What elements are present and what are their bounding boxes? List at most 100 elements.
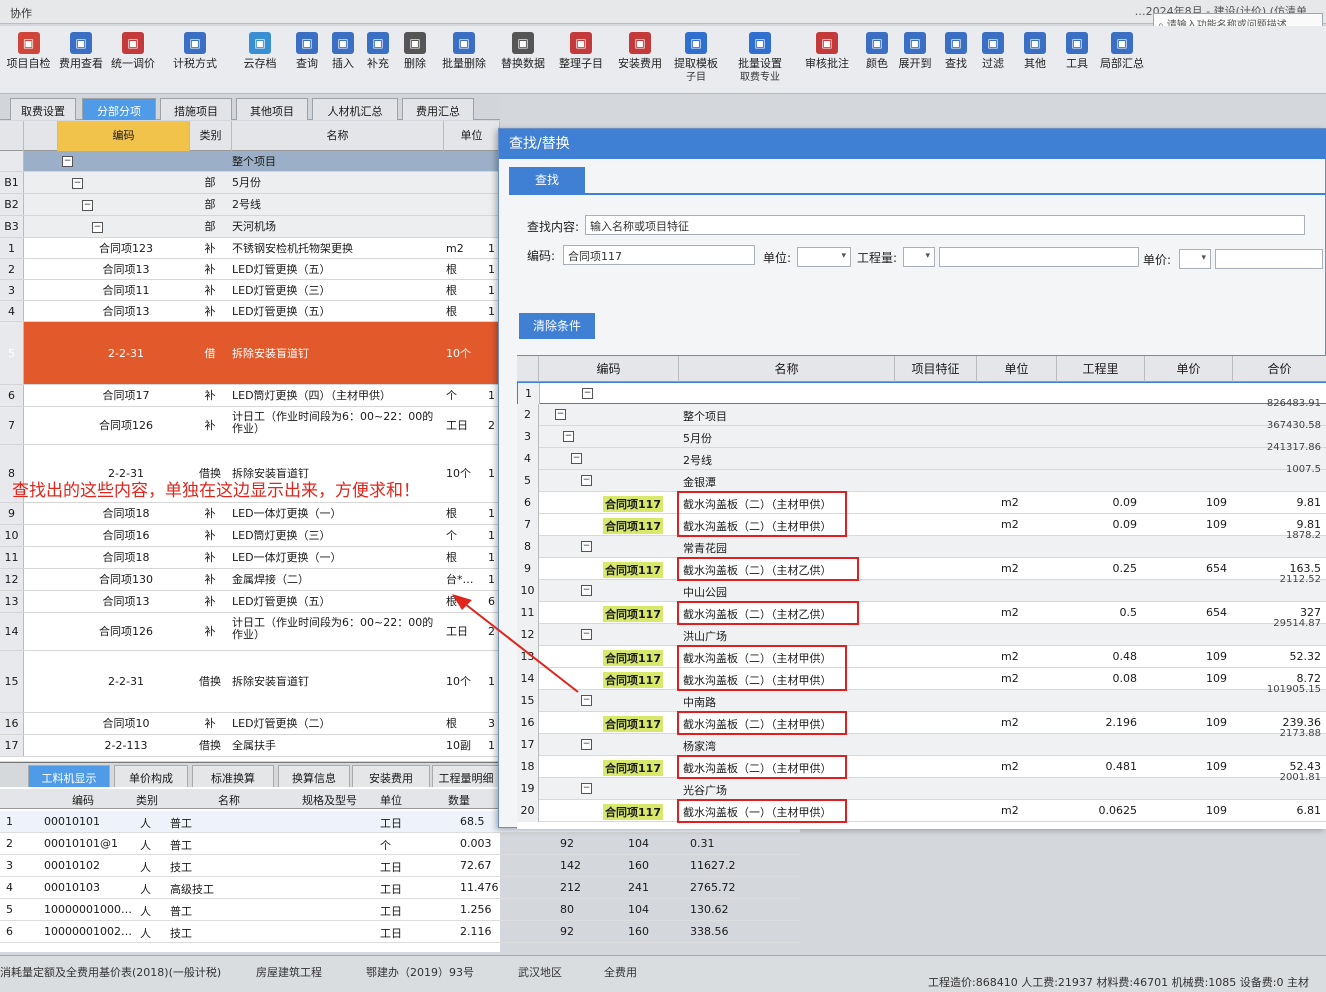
bottom-tab-2[interactable]: 标准换算 [192, 765, 274, 787]
table-row[interactable]: B3 − 部 天河机场 [0, 216, 500, 238]
result-row[interactable]: 3 − 5月份 367430.58 [517, 420, 1326, 448]
tab-0[interactable]: 取费设置 [10, 98, 76, 120]
result-row[interactable]: 11 合同项117 截水沟盖板（二）（主材乙供） m2 0.5 654 327 [517, 602, 1326, 624]
toolbar-expand-button[interactable]: ▣ 展开到 [894, 30, 936, 92]
table-row[interactable]: 4 00010103 人 高级技工 工日 11.476 212 241 2765.72 [0, 877, 800, 899]
result-row[interactable]: 13 合同项117 截水沟盖板（二）（主材甲供） m2 0.48 109 52.32 [517, 646, 1326, 668]
result-row[interactable]: 12− 洪山广场 29514.87 [517, 618, 1326, 646]
toolbar-template-button[interactable]: ▣ 提取模板 子目 [668, 30, 724, 92]
tab-2[interactable]: 措施项目 [160, 98, 232, 120]
result-row[interactable]: 4 − 2号线 241317.86 [517, 442, 1326, 470]
toolbar-color-button[interactable]: ▣ 颜色 [860, 30, 894, 92]
header-kind[interactable]: 类别 [190, 121, 232, 151]
table-row[interactable]: 5 10000001000… 人 普工 工日 1.256 80 104 130.62 [0, 899, 800, 921]
result-row[interactable]: 5 − 金银潭 1007.5 [517, 464, 1326, 492]
header-name[interactable]: 名称 [232, 121, 444, 151]
toolbar-batch-delete-button[interactable]: ▣ 批量删除 [432, 30, 496, 92]
result-row[interactable]: 17 − 杨家湾 2173.88 [517, 728, 1326, 756]
rheader-price[interactable]: 单价 [1145, 356, 1233, 382]
collapse-icon[interactable]: − [555, 409, 566, 420]
price-op-select[interactable]: ▾ [1179, 249, 1211, 269]
toolbar-check-button[interactable]: ▣ 项目自检 [3, 30, 54, 92]
table-row[interactable]: − 整个项目 [0, 151, 500, 172]
unit-select[interactable]: ▾ [797, 247, 851, 267]
toolbar-tools-button[interactable]: ▣ 工具 [1060, 30, 1094, 92]
result-row[interactable]: 16 合同项117 截水沟盖板（二）（主材甲供） m2 2.196 109 239.36 [517, 712, 1326, 734]
toolbar-query-button[interactable]: ▣ 查询 [290, 30, 324, 92]
toolbar-adjust-price-button[interactable]: ▣ 统一调价 [108, 30, 158, 92]
toolbar-fee-view-button[interactable]: ▣ 费用查看 [56, 30, 106, 92]
bottom-tab-3[interactable]: 换算信息 [278, 765, 350, 787]
tab-5[interactable]: 费用汇总 [402, 98, 474, 120]
toolbar-replace-button[interactable]: ▣ 替换数据 [498, 30, 548, 92]
collapse-icon[interactable]: − [581, 739, 592, 750]
result-row[interactable]: 20 合同项117 截水沟盖板（一）（主材甲供） m2 0.0625 109 6.81 [517, 800, 1326, 822]
rheader-unit[interactable]: 单位 [977, 356, 1057, 382]
table-row[interactable]: 11 合同项18 补 LED一体灯更换（一）根 1 [0, 547, 500, 569]
toolbar-insert-button[interactable]: ▣ 插入 [326, 30, 360, 92]
table-row[interactable]: B1 − 部 5月份 [0, 172, 500, 194]
result-row[interactable]: 9 合同项117 截水沟盖板（二）（主材乙供） m2 0.25 654 163.5 [517, 558, 1326, 580]
result-row[interactable]: 10− 中山公园 2112.52 [517, 574, 1326, 602]
status-fee[interactable]: 全费用 [604, 964, 637, 980]
table-row[interactable]: 13 合同项13 补 LED灯管更换（五）根 6 [0, 591, 500, 613]
table-row[interactable]: 6 合同项17 补 LED筒灯更换（四）（主材甲供）个 1 [0, 385, 500, 407]
table-row[interactable]: B2 − 部 2号线 [0, 194, 500, 216]
content-input[interactable]: 输入名称或项目特征 [585, 215, 1305, 235]
result-row[interactable]: 6 合同项117 截水沟盖板（二）（主材甲供） m2 0.09 109 9.81 [517, 492, 1326, 514]
collapse-icon[interactable]: − [563, 431, 574, 442]
collapse-icon[interactable]: − [72, 177, 83, 189]
rheader-qty[interactable]: 工程里 [1057, 356, 1145, 382]
toolbar-install-fee-button[interactable]: ▣ 安装费用 [614, 30, 666, 92]
price-input[interactable] [1215, 249, 1323, 269]
bottom-tab-1[interactable]: 单价构成 [114, 765, 188, 787]
tab-4[interactable]: 人材机汇总 [312, 98, 398, 120]
toolbar-delete-button[interactable]: ▣ 删除 [398, 30, 432, 92]
collapse-icon[interactable]: − [92, 221, 103, 233]
toolbar-supplement-button[interactable]: ▣ 补充 [360, 30, 396, 92]
clear-conditions-button[interactable]: 清除条件 [519, 313, 595, 339]
status-doc[interactable]: 鄂建办（2019）93号 [366, 964, 474, 980]
table-row[interactable]: 10 合同项16 补 LED筒灯更换（三）个 1 [0, 525, 500, 547]
table-row[interactable]: 1 合同项123 补不锈钢安检机托物架更换 m2 1 [0, 238, 500, 259]
tab-find[interactable]: 查找 [509, 167, 585, 193]
collapse-icon[interactable]: − [82, 199, 93, 211]
toolbar-filter-button[interactable]: ▣ 过滤 [976, 30, 1010, 92]
result-row[interactable]: 15− 中南路 101905.15 [517, 684, 1326, 712]
toolbar-organize-button[interactable]: ▣ 整理子目 [550, 30, 612, 92]
result-row[interactable]: 7 合同项117 截水沟盖板（二）（主材甲供） m2 0.09 109 9.81 [517, 514, 1326, 536]
table-row[interactable]: 16 合同项10 补 LED灯管更换（二）根 3 [0, 713, 500, 735]
bottom-tab-5[interactable]: 工程量明细 [432, 765, 500, 787]
bottom-tab-4[interactable]: 安装费用 [352, 765, 430, 787]
result-row[interactable]: 1− [517, 382, 1326, 405]
result-row[interactable]: 8 − 常青花园 1878.2 [517, 530, 1326, 558]
table-row[interactable]: 3 00010102 人 技工 工日 72.67 142 160 11627.2 [0, 855, 800, 877]
status-category[interactable]: 房屋建筑工程 [256, 964, 322, 980]
rheader-name[interactable]: 名称 [679, 356, 895, 382]
toolbar-summary-button[interactable]: ▣ 局部汇总 [1094, 30, 1150, 92]
collapse-icon[interactable]: − [582, 388, 593, 399]
code-input[interactable]: 合同项117 [563, 245, 755, 265]
collapse-icon[interactable]: − [581, 475, 592, 486]
result-row[interactable]: 18 合同项117 截水沟盖板（二）（主材甲供） m2 0.481 109 52.43 [517, 756, 1326, 778]
collapse-icon[interactable]: − [62, 156, 73, 167]
table-row[interactable]: 6 10000001002… 人 技工 工日 2.116 92 160 338.56 [0, 921, 800, 943]
collapse-icon[interactable]: − [581, 541, 592, 552]
toolbar-other-button[interactable]: ▣ 其他 [1012, 30, 1058, 92]
qty-input[interactable] [939, 247, 1139, 267]
rheader-total[interactable]: 合价 [1233, 356, 1326, 382]
tab-1[interactable]: 分部分项 [82, 98, 156, 120]
table-row[interactable]: 12 合同项130 补金属焊接（二） 台*… 1 [0, 569, 500, 591]
collapse-icon[interactable]: − [571, 453, 582, 464]
table-row[interactable]: 2 合同项13 补 LED灯管更换（五）根 1 [0, 259, 500, 280]
table-row[interactable]: 9 合同项18 补 LED一体灯更换（一）根 1 [0, 503, 500, 525]
tab-3[interactable]: 其他项目 [236, 98, 308, 120]
rheader-feature[interactable]: 项目特征 [895, 356, 977, 382]
table-row[interactable]: 5 2-2-31 借 拆除安装盲道钉 10个 [0, 322, 500, 385]
collapse-icon[interactable]: − [581, 783, 592, 794]
toolbar-find-button[interactable]: ▣ 查找 [938, 30, 974, 92]
toolbar-fee-set-button[interactable]: ▣ 批量设置 取费专业 [726, 30, 794, 92]
toolbar-cloud-button[interactable]: ▣ 云存档 [232, 30, 288, 92]
toolbar-tax-button[interactable]: ▣ 计税方式 [160, 30, 230, 92]
table-row[interactable]: 2 00010101@1 人 普工 个 0.003 92 104 0.31 [0, 833, 800, 855]
